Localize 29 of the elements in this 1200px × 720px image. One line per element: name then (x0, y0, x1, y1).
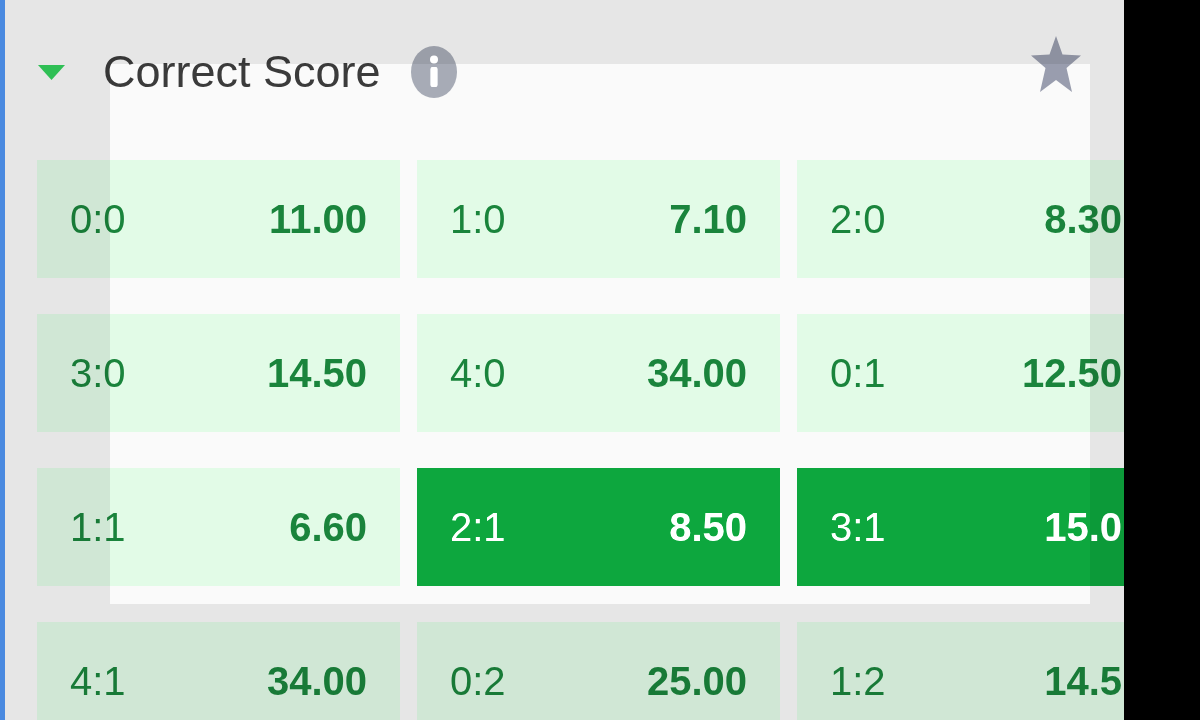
odds-value: 14.50 (266, 350, 367, 396)
market-title: Correct Score (103, 47, 381, 97)
odds-button[interactable]: 0:2 25.00 (417, 622, 780, 720)
score-label: 2:0 (830, 196, 886, 242)
score-label: 1:1 (70, 504, 126, 550)
score-label: 4:1 (70, 658, 126, 704)
score-label: 4:0 (450, 350, 506, 396)
score-label: 1:2 (830, 658, 886, 704)
odds-value: 6.60 (289, 504, 367, 550)
odds-value: 34.00 (266, 658, 367, 704)
odds-button[interactable]: 1:2 14.5 (797, 622, 1124, 720)
score-label: 3:1 (830, 504, 886, 550)
score-label: 3:0 (70, 350, 126, 396)
score-label: 0:2 (450, 658, 506, 704)
score-label: 0:0 (70, 196, 126, 242)
score-label: 1:0 (450, 196, 506, 242)
odds-value: 12.50 (1021, 350, 1122, 396)
odds-value: 14.5 (1044, 658, 1122, 704)
score-label: 0:1 (830, 350, 886, 396)
odds-value: 25.00 (646, 658, 747, 704)
odds-value: 7.10 (669, 196, 747, 242)
odds-value: 8.50 (669, 504, 747, 550)
odds-button[interactable]: 4:1 34.00 (37, 622, 400, 720)
odds-value: 34.00 (646, 350, 747, 396)
odds-value: 8.30 (1044, 196, 1122, 242)
odds-value: 15.0 (1044, 504, 1122, 550)
odds-value: 11.00 (269, 196, 367, 242)
caret-icon[interactable] (38, 64, 65, 80)
score-label: 2:1 (450, 504, 506, 550)
